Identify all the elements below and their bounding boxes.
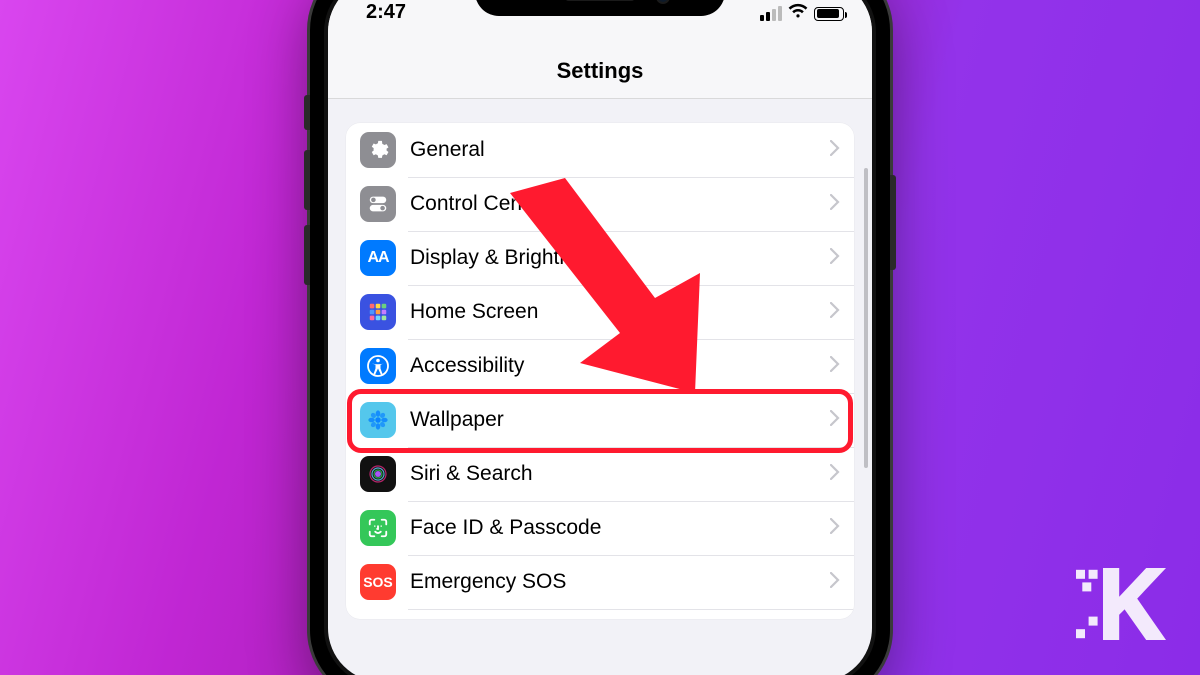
side-button[interactable] bbox=[890, 175, 896, 270]
settings-row-partial[interactable] bbox=[346, 609, 854, 619]
cellular-signal-icon bbox=[760, 6, 782, 21]
toggles-icon bbox=[360, 186, 396, 222]
chevron-right-icon bbox=[830, 410, 840, 431]
row-label: Display & Brightness bbox=[410, 246, 830, 270]
row-label: Accessibility bbox=[410, 354, 830, 378]
row-label: Siri & Search bbox=[410, 462, 830, 486]
scroll-indicator[interactable] bbox=[864, 168, 868, 468]
sos-icon: SOS bbox=[360, 564, 396, 600]
chevron-right-icon bbox=[830, 518, 840, 539]
faceid-icon bbox=[360, 510, 396, 546]
flower-icon bbox=[360, 402, 396, 438]
settings-row-faceid[interactable]: Face ID & Passcode bbox=[346, 501, 854, 555]
phone-bezel: 2:47 Settings bbox=[324, 0, 876, 675]
settings-row-general[interactable]: General bbox=[346, 123, 854, 177]
gear-icon bbox=[360, 132, 396, 168]
settings-list[interactable]: General Control Center bbox=[328, 99, 872, 619]
watermark-logo bbox=[1076, 568, 1166, 645]
settings-row-home-screen[interactable]: Home Screen bbox=[346, 285, 854, 339]
settings-row-display[interactable]: AA Display & Brightness bbox=[346, 231, 854, 285]
chevron-right-icon bbox=[830, 572, 840, 593]
volume-down-button[interactable] bbox=[304, 225, 310, 285]
notch bbox=[475, 0, 725, 16]
row-label: Control Center bbox=[410, 192, 830, 216]
chevron-right-icon bbox=[830, 248, 840, 269]
siri-icon bbox=[360, 456, 396, 492]
front-camera bbox=[656, 0, 670, 4]
settings-row-wallpaper[interactable]: Wallpaper bbox=[346, 393, 854, 447]
status-time: 2:47 bbox=[366, 1, 406, 24]
row-label: General bbox=[410, 138, 830, 162]
chevron-right-icon bbox=[830, 194, 840, 215]
settings-row-sos[interactable]: SOS Emergency SOS bbox=[346, 555, 854, 609]
status-icons bbox=[760, 3, 844, 24]
battery-icon bbox=[814, 7, 844, 21]
chevron-right-icon bbox=[830, 356, 840, 377]
grid-icon bbox=[360, 294, 396, 330]
aa-icon: AA bbox=[360, 240, 396, 276]
row-label: Home Screen bbox=[410, 300, 830, 324]
settings-group: General Control Center bbox=[346, 123, 854, 619]
page-title: Settings bbox=[328, 28, 872, 99]
row-label: Face ID & Passcode bbox=[410, 516, 830, 540]
volume-up-button[interactable] bbox=[304, 150, 310, 210]
chevron-right-icon bbox=[830, 140, 840, 161]
settings-row-accessibility[interactable]: Accessibility bbox=[346, 339, 854, 393]
earpiece-speaker bbox=[565, 0, 635, 1]
phone-frame: 2:47 Settings bbox=[310, 0, 890, 675]
wifi-icon bbox=[788, 3, 808, 24]
settings-row-control-center[interactable]: Control Center bbox=[346, 177, 854, 231]
accessibility-icon bbox=[360, 348, 396, 384]
ringer-switch[interactable] bbox=[304, 95, 310, 130]
chevron-right-icon bbox=[830, 302, 840, 323]
settings-row-siri[interactable]: Siri & Search bbox=[346, 447, 854, 501]
chevron-right-icon bbox=[830, 464, 840, 485]
row-label: Emergency SOS bbox=[410, 570, 830, 594]
row-label: Wallpaper bbox=[410, 408, 830, 432]
screen: 2:47 Settings bbox=[328, 0, 872, 675]
